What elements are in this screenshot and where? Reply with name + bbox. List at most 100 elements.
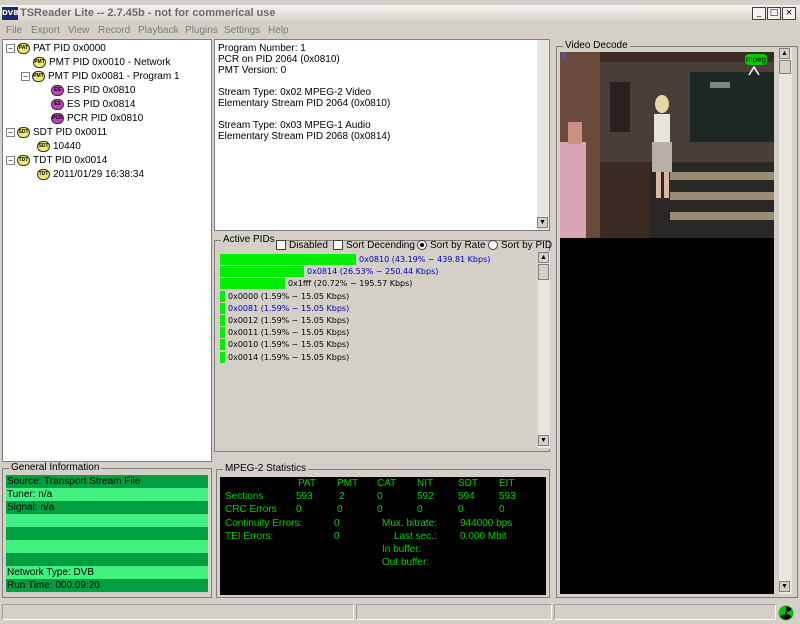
program-info-line: Stream Type: 0x02 MPEG-2 Video [218, 87, 372, 98]
program-info-line: Elementary Stream PID 2064 (0x0810) [218, 98, 391, 109]
crc-sdt: 0 [458, 504, 464, 515]
tei-value: 0 [334, 531, 340, 542]
collapse-icon[interactable]: − [6, 155, 15, 165]
video-scrollbar[interactable]: ▲ ▼ [779, 48, 792, 594]
last-sec-label: Last sec.: [394, 531, 437, 542]
pid-rate-label: 0x0010 (1.59% ~ 15.05 Kbps) [228, 340, 350, 350]
menu-record[interactable]: Record [98, 25, 130, 36]
tree-item-service[interactable]: SDT 10440 [37, 140, 81, 153]
tree-item-pat[interactable]: − PAT PAT PID 0x0000 [6, 42, 106, 55]
title-bar[interactable]: DVB TSReader Lite -- 2.7.45b - not for c… [0, 5, 800, 23]
tree-item-es-0810[interactable]: ES ES PID 0x0810 [51, 84, 135, 97]
pid-row[interactable]: 0x0011 (1.59% ~ 15.05 Kbps) [220, 327, 536, 339]
scroll-down-icon[interactable]: ▼ [538, 435, 549, 446]
sections-cat: 0 [377, 491, 383, 502]
pid-row[interactable]: 0x0010 (1.59% ~ 15.05 Kbps) [220, 339, 536, 351]
radio-icon[interactable] [488, 240, 498, 251]
general-info-row: Network Type: DVB [6, 566, 208, 579]
option-label: Sort Decending [346, 240, 415, 251]
pid-tree-panel[interactable]: − PAT PAT PID 0x0000 PMT PMT PID 0x0010 - N… [2, 39, 212, 462]
status-pane-2 [356, 604, 552, 620]
collapse-icon[interactable]: − [6, 43, 15, 53]
tei-label: TEI Errors: [225, 531, 274, 542]
last-sec-value: 0.000 Mbit [460, 531, 507, 542]
collapse-icon[interactable]: − [6, 127, 15, 137]
menu-settings[interactable]: Settings [224, 25, 260, 36]
disabled-checkbox[interactable]: Disabled [276, 240, 328, 251]
scroll-thumb[interactable] [779, 60, 791, 74]
crc-cat: 0 [377, 504, 383, 515]
pid-rate-bar [220, 278, 285, 290]
tree-item-time[interactable]: TDT 2011/01/29 16:38:34 [37, 168, 144, 181]
menu-export[interactable]: Export [31, 25, 60, 36]
window-title: TSReader Lite -- 2.7.45b - not for comme… [20, 7, 276, 19]
scroll-down-icon[interactable]: ▼ [779, 581, 790, 592]
menu-plugins[interactable]: Plugins [185, 25, 218, 36]
clock-icon: TDT [37, 168, 50, 180]
tree-item-es-0814[interactable]: ES ES PID 0x0814 [51, 98, 135, 111]
tree-item-pmt-program[interactable]: − PMT PMT PID 0x0081 - Program 1 [21, 70, 180, 83]
sort-descending-checkbox[interactable]: Sort Decending [333, 240, 415, 251]
crc-nit: 0 [417, 504, 423, 515]
tree-item-sdt[interactable]: − SDT SDT PID 0x0011 [6, 126, 107, 139]
pid-row[interactable]: 0x0081 (1.59% ~ 15.05 Kbps) [220, 302, 536, 314]
program-info-scrollbar[interactable]: ▼ [537, 40, 549, 230]
video-area[interactable]: mpeg 1 [560, 52, 774, 594]
scroll-up-icon[interactable]: ▲ [779, 48, 790, 59]
menu-playback[interactable]: Playback [138, 25, 179, 36]
pid-list-scrollbar[interactable]: ▲ ▼ [538, 252, 550, 448]
general-info-row [6, 540, 208, 553]
sort-by-rate-radio[interactable]: Sort by Rate [417, 240, 486, 251]
collapse-icon[interactable]: − [21, 71, 30, 81]
mux-value: 944000 bps [460, 518, 513, 529]
menu-help[interactable]: Help [268, 25, 289, 36]
scroll-down-icon[interactable]: ▼ [537, 217, 548, 228]
checkbox-icon[interactable] [276, 240, 286, 251]
es-icon: ES [51, 98, 64, 110]
crc-eit: 0 [499, 504, 505, 515]
tree-item-label: SDT PID 0x0011 [33, 127, 108, 138]
pid-row[interactable]: 0x0012 (1.59% ~ 15.05 Kbps) [220, 315, 536, 326]
sdt-icon: SDT [17, 126, 30, 138]
general-info-row: Run Time: 000:09:20 [6, 579, 208, 592]
pid-row[interactable]: 0x0014 (1.59% ~ 15.05 Kbps) [220, 351, 536, 363]
pid-row[interactable]: 0x0000 (1.59% ~ 15.05 Kbps) [220, 290, 536, 302]
mux-label: Mux. bitrate: [382, 518, 438, 529]
pid-rate-bar [220, 266, 304, 278]
menu-view[interactable]: View [68, 25, 90, 36]
sections-sdt: 594 [458, 491, 475, 502]
close-button[interactable]: × [782, 7, 796, 20]
pid-rate-label: 0x0814 (26.53% ~ 250.44 Kbps) [307, 267, 439, 277]
general-info-row: Source: Transport Stream File [6, 475, 208, 488]
menu-file[interactable]: File [6, 25, 22, 36]
checkbox-icon[interactable] [333, 240, 343, 251]
status-pane-3 [554, 604, 776, 620]
maximize-button[interactable]: □ [767, 7, 781, 20]
tree-item-label: PMT PID 0x0081 - Program 1 [48, 71, 180, 82]
program-info-panel[interactable]: Program Number: 1 PCR on PID 2064 (0x081… [214, 39, 550, 231]
tree-item-label: ES PID 0x0810 [67, 85, 136, 96]
mpeg-badge: mpeg [745, 54, 767, 65]
tree-item-tdt[interactable]: − TDT TDT PID 0x0014 [6, 154, 107, 167]
sections-pat: 593 [296, 491, 313, 502]
pid-row[interactable]: 0x0814 (26.53% ~ 250.44 Kbps) [220, 266, 536, 278]
app-logo-icon: DVB [2, 7, 19, 20]
stat-header-pat: PAT [298, 478, 316, 489]
continuity-value: 0 [334, 518, 340, 529]
stat-header-eit: EIT [499, 478, 515, 489]
pid-row[interactable]: 0x0810 (43.19% ~ 439.81 Kbps) [220, 254, 536, 265]
status-pane-1 [2, 604, 354, 620]
radio-selected-icon[interactable] [417, 240, 427, 251]
video-corner-digit: 1 [562, 52, 568, 62]
scroll-up-icon[interactable]: ▲ [538, 252, 549, 263]
scroll-thumb[interactable] [538, 264, 549, 280]
tree-item-pmt-network[interactable]: PMT PMT PID 0x0010 - Network [33, 56, 171, 69]
mpeg2-stats-label: MPEG-2 Statistics [223, 463, 309, 474]
tree-item-pcr[interactable]: PCR PCR PID 0x0810 [51, 112, 143, 125]
pid-rate-bar [220, 339, 225, 351]
sort-by-pid-radio[interactable]: Sort by PID [488, 240, 552, 251]
video-decode-label: Video Decode [563, 40, 630, 51]
minimize-button[interactable]: _ [752, 7, 766, 20]
pid-row[interactable]: 0x1fff (20.72% ~ 195.57 Kbps) [220, 278, 536, 290]
stat-header-nit: NIT [417, 478, 434, 489]
